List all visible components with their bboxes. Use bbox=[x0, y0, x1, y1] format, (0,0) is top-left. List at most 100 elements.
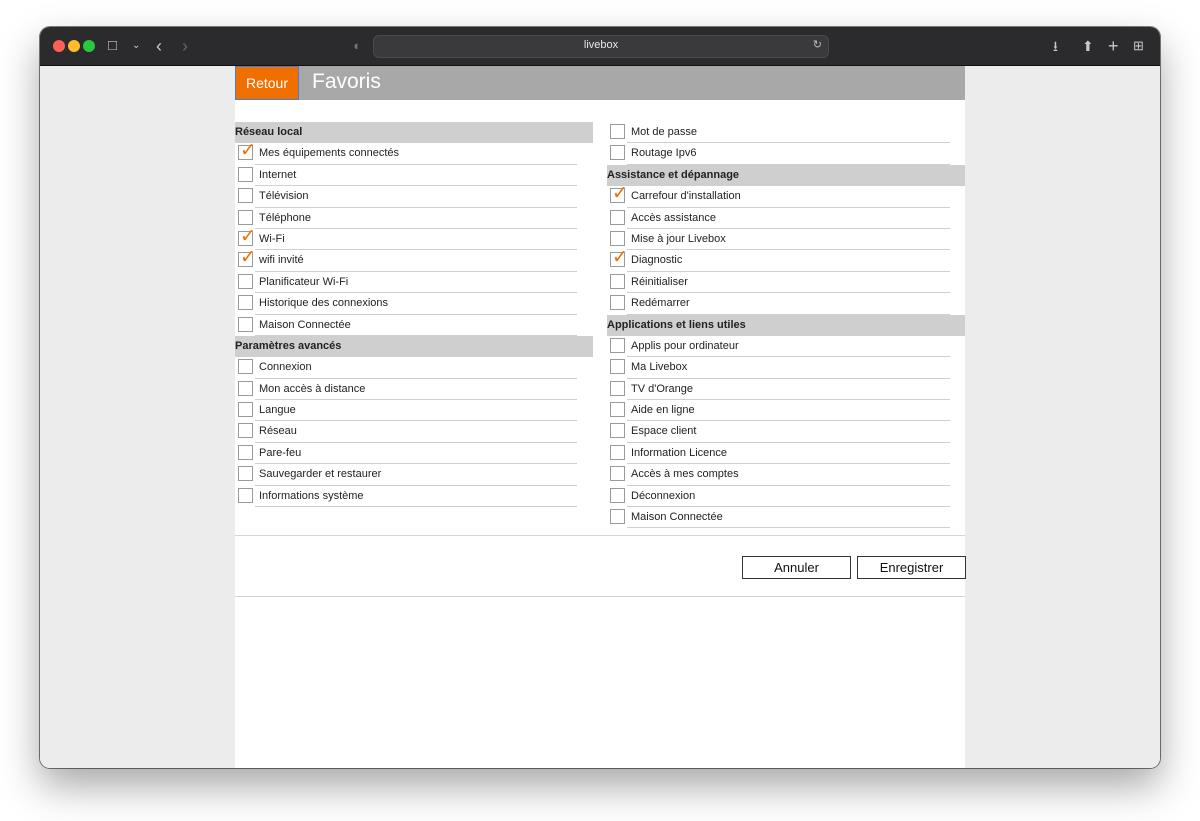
favorite-checkbox[interactable] bbox=[238, 295, 253, 311]
favorite-item[interactable]: ✓ Wi-Fi bbox=[235, 226, 593, 251]
favorite-checkbox[interactable] bbox=[610, 423, 625, 439]
favorite-checkbox[interactable] bbox=[610, 209, 625, 225]
back-button[interactable]: Retour bbox=[235, 66, 299, 100]
favorite-checkbox[interactable] bbox=[610, 444, 625, 460]
sidebar-icon[interactable]: □ bbox=[108, 36, 117, 56]
favorite-checkbox[interactable] bbox=[238, 487, 253, 503]
checkmark-icon: ✓ bbox=[240, 247, 256, 269]
favorite-checkbox[interactable] bbox=[238, 423, 253, 439]
favorite-checkbox[interactable] bbox=[610, 337, 625, 353]
checkmark-icon: ✓ bbox=[240, 225, 256, 247]
favorite-item-label: Maison Connectée bbox=[259, 318, 351, 331]
divider bbox=[235, 535, 965, 536]
favorite-item-label: TV d'Orange bbox=[631, 382, 694, 395]
favorite-checkbox[interactable] bbox=[238, 444, 253, 460]
favorite-checkbox[interactable] bbox=[238, 380, 253, 396]
address-bar[interactable]: livebox ↻ bbox=[373, 35, 829, 58]
favorite-item[interactable]: ✓ wifi invité bbox=[235, 248, 593, 272]
forward-arrow-icon[interactable]: › bbox=[182, 36, 188, 56]
minimize-window-button[interactable] bbox=[68, 40, 80, 52]
favorite-item-label: Pare-feu bbox=[259, 446, 302, 459]
back-arrow-icon[interactable]: ‹ bbox=[156, 36, 162, 56]
reload-icon[interactable]: ↻ bbox=[813, 38, 822, 51]
favorite-item[interactable]: Routage Ipv6 bbox=[607, 143, 965, 165]
downloads-icon[interactable]: ⭳ bbox=[1053, 36, 1058, 56]
favorite-item[interactable]: Accès à mes comptes bbox=[607, 464, 965, 486]
favorite-item[interactable]: Espace client bbox=[607, 421, 965, 443]
favorite-item[interactable]: Aide en ligne bbox=[607, 400, 965, 422]
favorite-item-label: Sauvegarder et restaurer bbox=[259, 468, 382, 481]
favorite-item[interactable]: Internet bbox=[235, 165, 593, 187]
close-window-button[interactable] bbox=[53, 40, 65, 52]
favorite-checkbox[interactable] bbox=[238, 359, 253, 375]
favorite-checkbox[interactable] bbox=[238, 209, 253, 225]
favorite-item[interactable]: Téléphone bbox=[235, 208, 593, 229]
favorite-checkbox[interactable] bbox=[610, 402, 625, 418]
favorite-item[interactable]: Connexion bbox=[235, 357, 593, 379]
favorite-item[interactable]: TV d'Orange bbox=[607, 379, 965, 401]
favorite-item-label: Réseau bbox=[259, 425, 297, 438]
favorite-checkbox[interactable] bbox=[610, 230, 625, 246]
favorite-item-label: Mot de passe bbox=[631, 126, 698, 138]
favorite-item[interactable]: Mot de passe bbox=[607, 122, 965, 144]
favorite-item[interactable]: Langue bbox=[235, 400, 593, 422]
favorite-item[interactable]: Information Licence bbox=[607, 443, 965, 465]
cancel-button[interactable]: Annuler bbox=[742, 556, 851, 579]
favorite-item[interactable]: Accès assistance bbox=[607, 208, 965, 229]
favorite-checkbox[interactable]: ✓ bbox=[238, 248, 256, 268]
favorite-item[interactable]: Planificateur Wi-Fi bbox=[235, 272, 593, 294]
zoom-window-button[interactable] bbox=[83, 40, 95, 52]
favorite-item[interactable]: Maison Connectée bbox=[607, 507, 965, 529]
favorite-checkbox[interactable] bbox=[610, 359, 625, 375]
share-icon[interactable]: ⬆ bbox=[1082, 36, 1094, 56]
favorite-item[interactable]: ✓ Diagnostic bbox=[607, 248, 965, 272]
checkmark-icon: ✓ bbox=[240, 140, 256, 162]
favorite-item[interactable]: Maison Connectée bbox=[235, 315, 593, 336]
privacy-shield-icon[interactable]: ◖ bbox=[352, 36, 360, 56]
save-button[interactable]: Enregistrer bbox=[857, 556, 966, 579]
favorite-checkbox[interactable] bbox=[238, 188, 253, 204]
favorite-item[interactable]: Mon accès à distance bbox=[235, 379, 593, 401]
favorite-item[interactable]: Ma Livebox bbox=[607, 357, 965, 379]
favorites-panel: Retour Favoris Réseau local ✓ Mes équipeme… bbox=[235, 66, 966, 768]
favorite-item-label: Planificateur Wi-Fi bbox=[259, 275, 349, 288]
favorite-checkbox[interactable] bbox=[610, 145, 625, 161]
favorite-item-label: Mise à jour Livebox bbox=[631, 232, 726, 245]
favorite-item[interactable]: Applis pour ordinateur bbox=[607, 336, 965, 358]
favorite-checkbox[interactable]: ✓ bbox=[238, 226, 256, 246]
favorite-item[interactable]: Télévision bbox=[235, 186, 593, 208]
favorite-checkbox[interactable] bbox=[238, 466, 253, 482]
favorite-checkbox[interactable] bbox=[238, 166, 253, 182]
favorite-item[interactable]: Sauvegarder et restaurer bbox=[235, 464, 593, 486]
favorite-checkbox[interactable] bbox=[610, 466, 625, 482]
favorite-item[interactable]: Déconnexion bbox=[607, 486, 965, 508]
favorite-checkbox[interactable] bbox=[610, 124, 625, 139]
favorite-checkbox[interactable] bbox=[610, 273, 625, 289]
favorite-item[interactable]: ✓ Mes équipements connectés bbox=[235, 141, 593, 165]
favorite-checkbox[interactable] bbox=[238, 273, 253, 289]
favorite-checkbox[interactable] bbox=[610, 487, 625, 503]
favorite-checkbox[interactable]: ✓ bbox=[610, 184, 628, 204]
favorite-checkbox[interactable]: ✓ bbox=[610, 248, 628, 268]
favorite-item[interactable]: Informations système bbox=[235, 486, 593, 508]
favorite-item[interactable]: Mise à jour Livebox bbox=[607, 229, 965, 251]
favorite-checkbox[interactable] bbox=[610, 295, 625, 311]
favorite-checkbox[interactable] bbox=[610, 380, 625, 396]
favorite-item-label: Accès à mes comptes bbox=[631, 468, 739, 481]
favorite-item-label: Informations système bbox=[259, 489, 364, 502]
favorite-item[interactable]: ✓ Carrefour d'installation bbox=[607, 184, 965, 208]
favorite-checkbox[interactable] bbox=[238, 402, 253, 418]
favorite-item-label: Téléphone bbox=[259, 211, 311, 224]
favorite-item[interactable]: Pare-feu bbox=[235, 443, 593, 465]
favorite-checkbox[interactable]: ✓ bbox=[238, 141, 256, 161]
tab-overview-icon[interactable]: ⊞ bbox=[1133, 36, 1144, 56]
favorite-item[interactable]: Réinitialiser bbox=[607, 272, 965, 294]
favorite-checkbox[interactable] bbox=[610, 509, 625, 525]
favorite-item[interactable]: Historique des connexions bbox=[235, 293, 593, 315]
new-tab-icon[interactable]: + bbox=[1108, 36, 1119, 56]
favorite-item[interactable]: Réseau bbox=[235, 421, 593, 443]
favorite-item[interactable]: Redémarrer bbox=[607, 293, 965, 315]
favorite-checkbox[interactable] bbox=[238, 316, 253, 332]
favorite-item-label: Wi-Fi bbox=[259, 232, 285, 245]
chevron-down-icon[interactable]: ⌄ bbox=[132, 36, 140, 56]
